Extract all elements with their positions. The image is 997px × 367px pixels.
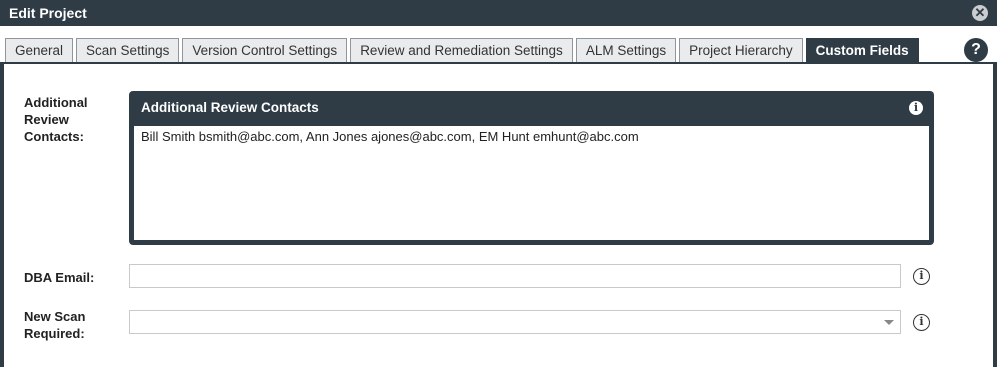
info-icon[interactable]: i xyxy=(909,101,923,115)
additional-review-contacts-panel: Additional Review Contacts i Bill Smith … xyxy=(129,91,934,245)
dba-email-input[interactable] xyxy=(130,265,900,287)
label-line: Required: xyxy=(24,326,85,341)
label-line: New Scan xyxy=(24,309,86,324)
tab-custom-fields[interactable]: Custom Fields xyxy=(805,38,919,62)
additional-review-contacts-textarea[interactable]: Bill Smith bsmith@abc.com, Ann Jones ajo… xyxy=(134,126,929,240)
label-line: Contacts: xyxy=(24,129,84,144)
label-line: Review xyxy=(24,112,69,127)
dba-email-label: DBA Email: xyxy=(24,270,95,285)
info-icon[interactable]: i xyxy=(913,268,930,285)
custom-fields-content: Additional Review Contacts: Additional R… xyxy=(4,62,993,367)
help-icon[interactable]: ? xyxy=(964,38,988,62)
new-scan-required-label: New Scan Required: xyxy=(24,308,85,342)
tab-bar: General Scan Settings Version Control Se… xyxy=(0,26,997,62)
tab-version-control-settings[interactable]: Version Control Settings xyxy=(182,38,348,62)
panel-title: Additional Review Contacts xyxy=(141,100,319,115)
new-scan-required-select[interactable] xyxy=(129,310,901,334)
info-icon[interactable]: i xyxy=(913,314,930,331)
label-line: Additional xyxy=(24,95,88,110)
close-icon[interactable]: ✕ xyxy=(972,5,988,21)
tab-general[interactable]: General xyxy=(5,38,74,62)
dba-email-field[interactable] xyxy=(129,264,901,288)
additional-review-contacts-label: Additional Review Contacts: xyxy=(24,94,88,145)
chevron-down-icon[interactable] xyxy=(884,320,894,325)
tab-project-hierarchy[interactable]: Project Hierarchy xyxy=(679,38,803,62)
window-titlebar: Edit Project ✕ xyxy=(0,0,997,26)
tab-scan-settings[interactable]: Scan Settings xyxy=(76,38,180,62)
tab-alm-settings[interactable]: ALM Settings xyxy=(575,38,677,62)
tab-list: General Scan Settings Version Control Se… xyxy=(5,38,922,62)
tab-review-remediation-settings[interactable]: Review and Remediation Settings xyxy=(350,38,573,62)
window-title: Edit Project xyxy=(9,5,87,21)
